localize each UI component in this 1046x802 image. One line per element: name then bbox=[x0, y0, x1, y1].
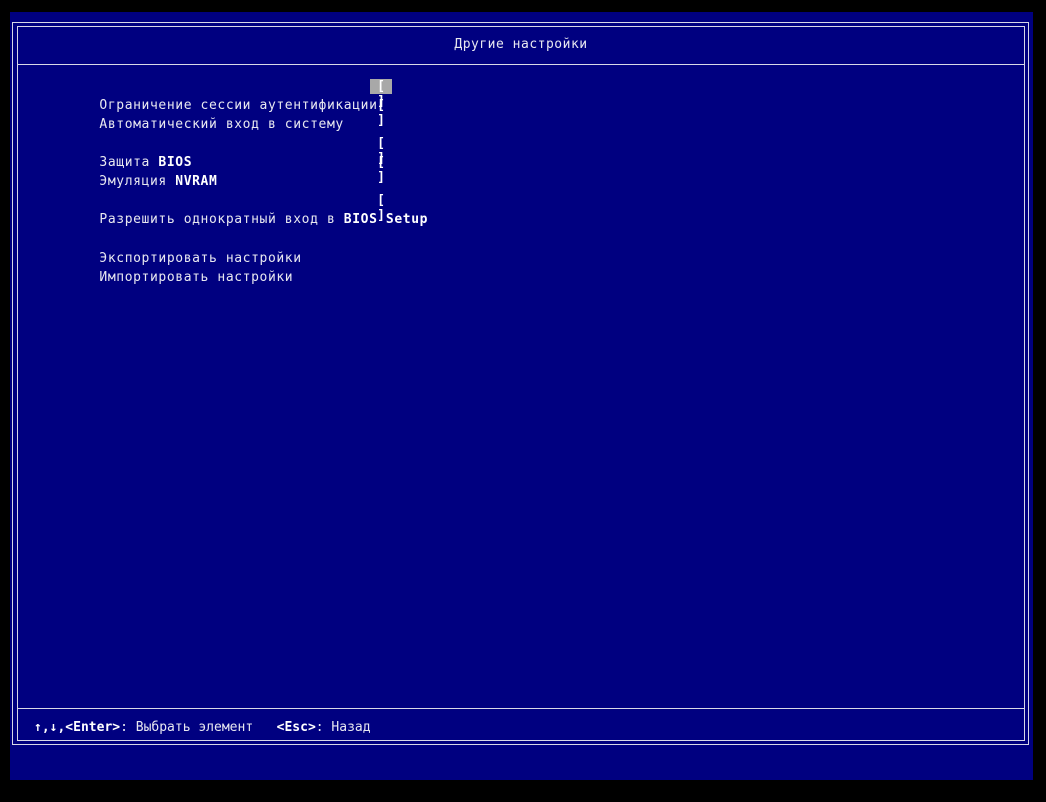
menu-item-auth-session-limit[interactable]: Ограничение сессии аутентификации bbox=[32, 77, 378, 113]
menu-item-bios-protection[interactable]: Защита BIOS bbox=[32, 134, 192, 170]
menu-item-label-bold: NVRAM bbox=[175, 174, 218, 189]
page-title: Другие настройки bbox=[454, 37, 588, 52]
window-inner-frame: Другие настройки Ограничение сессии ауте… bbox=[17, 26, 1025, 741]
menu-item-label-prefix: Эмуляция bbox=[99, 174, 176, 189]
menu-item-export-settings[interactable]: Экспортировать настройки bbox=[32, 230, 302, 266]
navigation-keys-hint: ↑,↓,<Enter> bbox=[34, 720, 121, 735]
nvram-emulation-checkbox[interactable]: [ ] bbox=[370, 155, 392, 185]
bios-screen: Другие настройки Ограничение сессии ауте… bbox=[10, 12, 1033, 780]
auth-session-limit-checkbox[interactable]: [ ] bbox=[370, 79, 392, 109]
select-action-hint: : Выбрать элемент bbox=[120, 720, 254, 735]
menu-item-auto-login[interactable]: Автоматический вход в систему bbox=[32, 96, 344, 132]
menu-item-label-bold: BIOS Setup bbox=[343, 212, 429, 227]
key-help-bar: ↑,↓,<Enter>: Выбрать элемент <Esc>: Наза… bbox=[34, 720, 371, 735]
back-action-hint: : Назад bbox=[315, 720, 371, 735]
menu-item-label: Автоматический вход в систему bbox=[99, 117, 344, 132]
menu-item-import-settings[interactable]: Импортировать настройки bbox=[32, 249, 293, 285]
title-divider bbox=[18, 64, 1024, 65]
menu-item-one-time-bios-setup[interactable]: Разрешить однократный вход в BIOS Setup bbox=[32, 191, 428, 227]
one-time-bios-setup-checkbox[interactable]: [ ] bbox=[370, 193, 392, 223]
menu-item-nvram-emulation[interactable]: Эмуляция NVRAM bbox=[32, 153, 217, 189]
escape-key-hint: <Esc> bbox=[276, 720, 316, 735]
bios-protection-checkbox[interactable]: [ ] bbox=[370, 136, 392, 166]
footer-divider bbox=[18, 708, 1024, 709]
menu-item-label: Импортировать настройки bbox=[99, 270, 294, 285]
window-frame: Другие настройки Ограничение сессии ауте… bbox=[12, 22, 1029, 745]
auto-login-checkbox[interactable]: [ ] bbox=[370, 98, 392, 128]
menu-item-label-prefix: Разрешить однократный вход в bbox=[99, 212, 344, 227]
